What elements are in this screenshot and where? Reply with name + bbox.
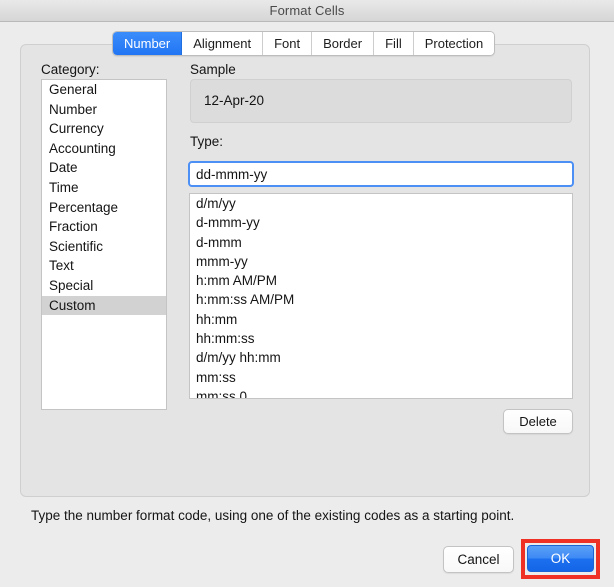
type-input[interactable] — [190, 163, 572, 185]
type-input-wrapper — [188, 161, 574, 187]
type-item-8[interactable]: d/m/yy hh:mm — [190, 348, 572, 367]
sample-label: Sample — [190, 62, 236, 77]
tab-border[interactable]: Border — [312, 32, 375, 55]
type-item-7[interactable]: hh:mm:ss — [190, 329, 572, 348]
tab-font[interactable]: Font — [263, 32, 313, 55]
type-label: Type: — [190, 134, 224, 149]
ok-button[interactable]: OK — [527, 545, 594, 572]
category-item-fraction[interactable]: Fraction — [42, 217, 166, 237]
type-item-6[interactable]: hh:mm — [190, 310, 572, 329]
title-bar: Format Cells — [0, 0, 614, 22]
tab-protection[interactable]: Protection — [413, 32, 495, 55]
tab-alignment[interactable]: Alignment — [182, 32, 264, 55]
delete-button[interactable]: Delete — [503, 409, 573, 434]
type-item-0[interactable]: d/m/yy — [190, 194, 572, 213]
type-item-10[interactable]: mm:ss.0 — [190, 387, 572, 398]
category-item-text[interactable]: Text — [42, 256, 166, 276]
category-item-accounting[interactable]: Accounting — [42, 139, 166, 159]
type-item-3[interactable]: mmm-yy — [190, 252, 572, 271]
type-item-1[interactable]: d-mmm-yy — [190, 213, 572, 232]
sample-value: 12-Apr-20 — [204, 93, 265, 108]
category-item-time[interactable]: Time — [42, 178, 166, 198]
cancel-button[interactable]: Cancel — [443, 546, 514, 573]
category-item-number[interactable]: Number — [42, 100, 166, 120]
format-cells-dialog: Format Cells Number Alignment Font Borde… — [0, 0, 614, 587]
category-item-special[interactable]: Special — [42, 276, 166, 296]
category-item-date[interactable]: Date — [42, 158, 166, 178]
category-item-percentage[interactable]: Percentage — [42, 198, 166, 218]
type-item-2[interactable]: d-mmm — [190, 233, 572, 252]
type-item-4[interactable]: h:mm AM/PM — [190, 271, 572, 290]
category-listbox[interactable]: General Number Currency Accounting Date … — [41, 79, 167, 410]
sample-preview-box: 12-Apr-20 — [190, 79, 572, 123]
tab-bar: Number Alignment Font Border Fill Protec… — [112, 31, 496, 56]
category-item-scientific[interactable]: Scientific — [42, 237, 166, 257]
type-listbox[interactable]: d/m/yy d-mmm-yy d-mmm mmm-yy h:mm AM/PM … — [189, 193, 573, 399]
category-item-custom[interactable]: Custom — [42, 295, 166, 316]
hint-text: Type the number format code, using one o… — [31, 508, 515, 523]
category-item-general[interactable]: General — [42, 80, 166, 100]
window-title: Format Cells — [269, 3, 345, 18]
type-item-9[interactable]: mm:ss — [190, 368, 572, 387]
category-label: Category: — [41, 62, 100, 77]
type-item-5[interactable]: h:mm:ss AM/PM — [190, 290, 572, 309]
tab-fill[interactable]: Fill — [374, 32, 414, 55]
category-item-currency[interactable]: Currency — [42, 119, 166, 139]
tab-number[interactable]: Number — [113, 32, 183, 55]
